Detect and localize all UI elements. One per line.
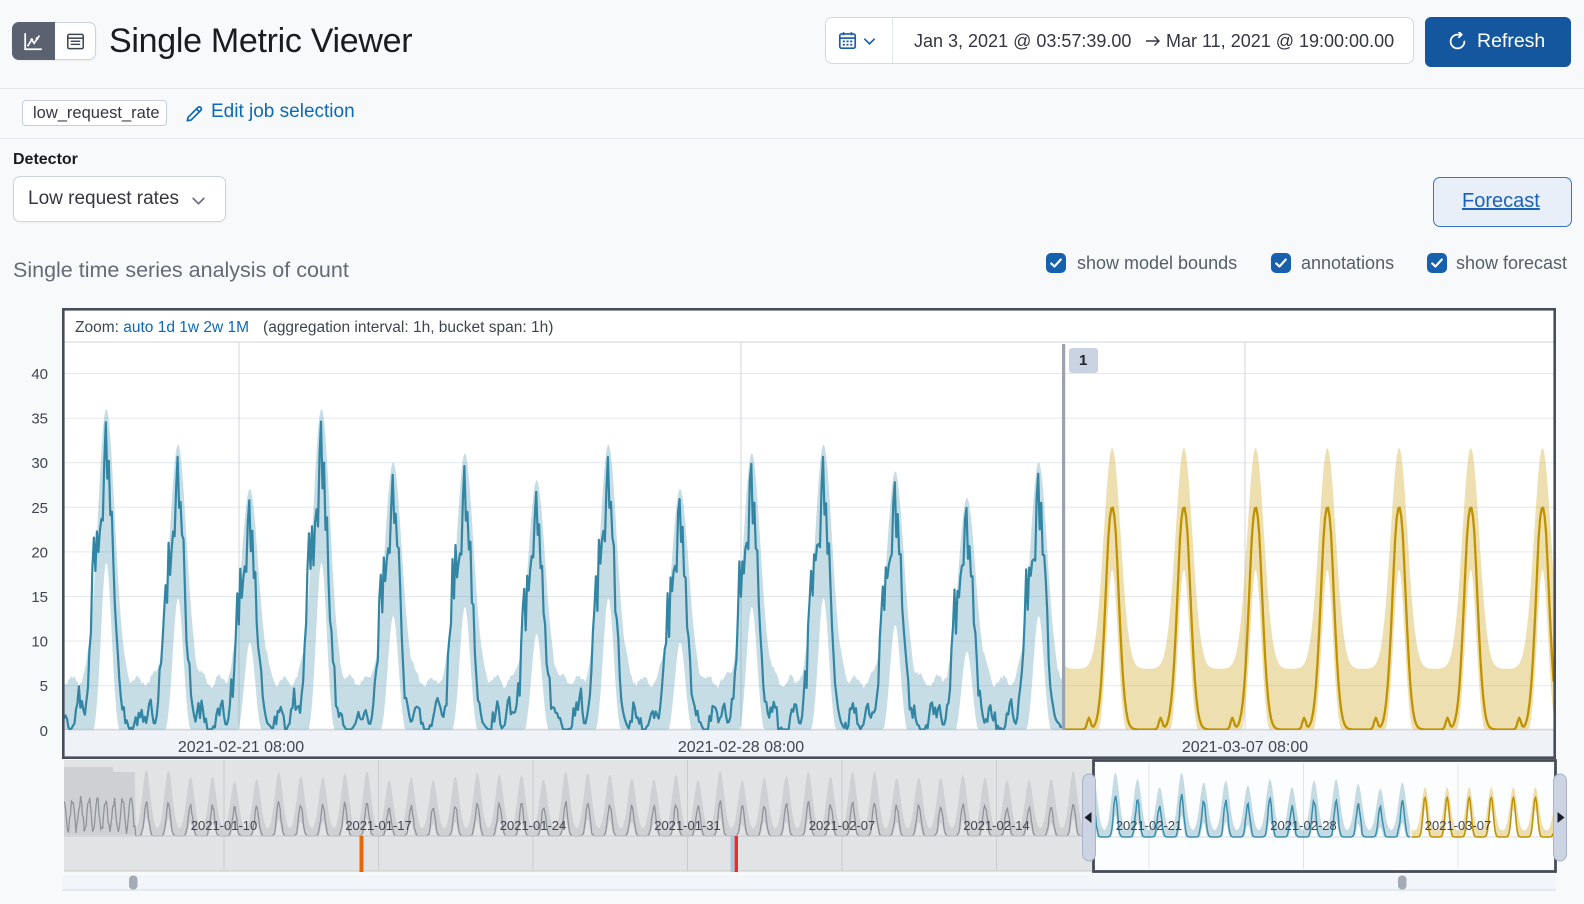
svg-text:5: 5 <box>40 678 48 695</box>
svg-text:2021-01-31: 2021-01-31 <box>654 818 721 833</box>
svg-text:2021-01-24: 2021-01-24 <box>500 818 567 833</box>
svg-text:30: 30 <box>31 455 48 472</box>
svg-text:35: 35 <box>31 411 48 428</box>
svg-text:10: 10 <box>31 634 48 651</box>
svg-text:0: 0 <box>40 723 48 740</box>
svg-text:2021-02-21: 2021-02-21 <box>1116 818 1183 833</box>
svg-text:15: 15 <box>31 589 48 606</box>
svg-text:2021-01-17: 2021-01-17 <box>345 818 412 833</box>
svg-text:2021-03-07 08:00: 2021-03-07 08:00 <box>1182 739 1308 756</box>
svg-text:2021-02-28 08:00: 2021-02-28 08:00 <box>678 739 804 756</box>
svg-text:2021-02-14: 2021-02-14 <box>963 818 1030 833</box>
svg-text:25: 25 <box>31 500 48 517</box>
svg-text:2021-01-10: 2021-01-10 <box>191 818 258 833</box>
svg-text:2021-02-07: 2021-02-07 <box>809 818 876 833</box>
svg-text:2021-02-28: 2021-02-28 <box>1270 818 1337 833</box>
svg-text:20: 20 <box>31 544 48 561</box>
svg-text:40: 40 <box>31 366 48 383</box>
svg-text:2021-02-21 08:00: 2021-02-21 08:00 <box>178 739 304 756</box>
svg-text:2021-03-07: 2021-03-07 <box>1425 818 1492 833</box>
